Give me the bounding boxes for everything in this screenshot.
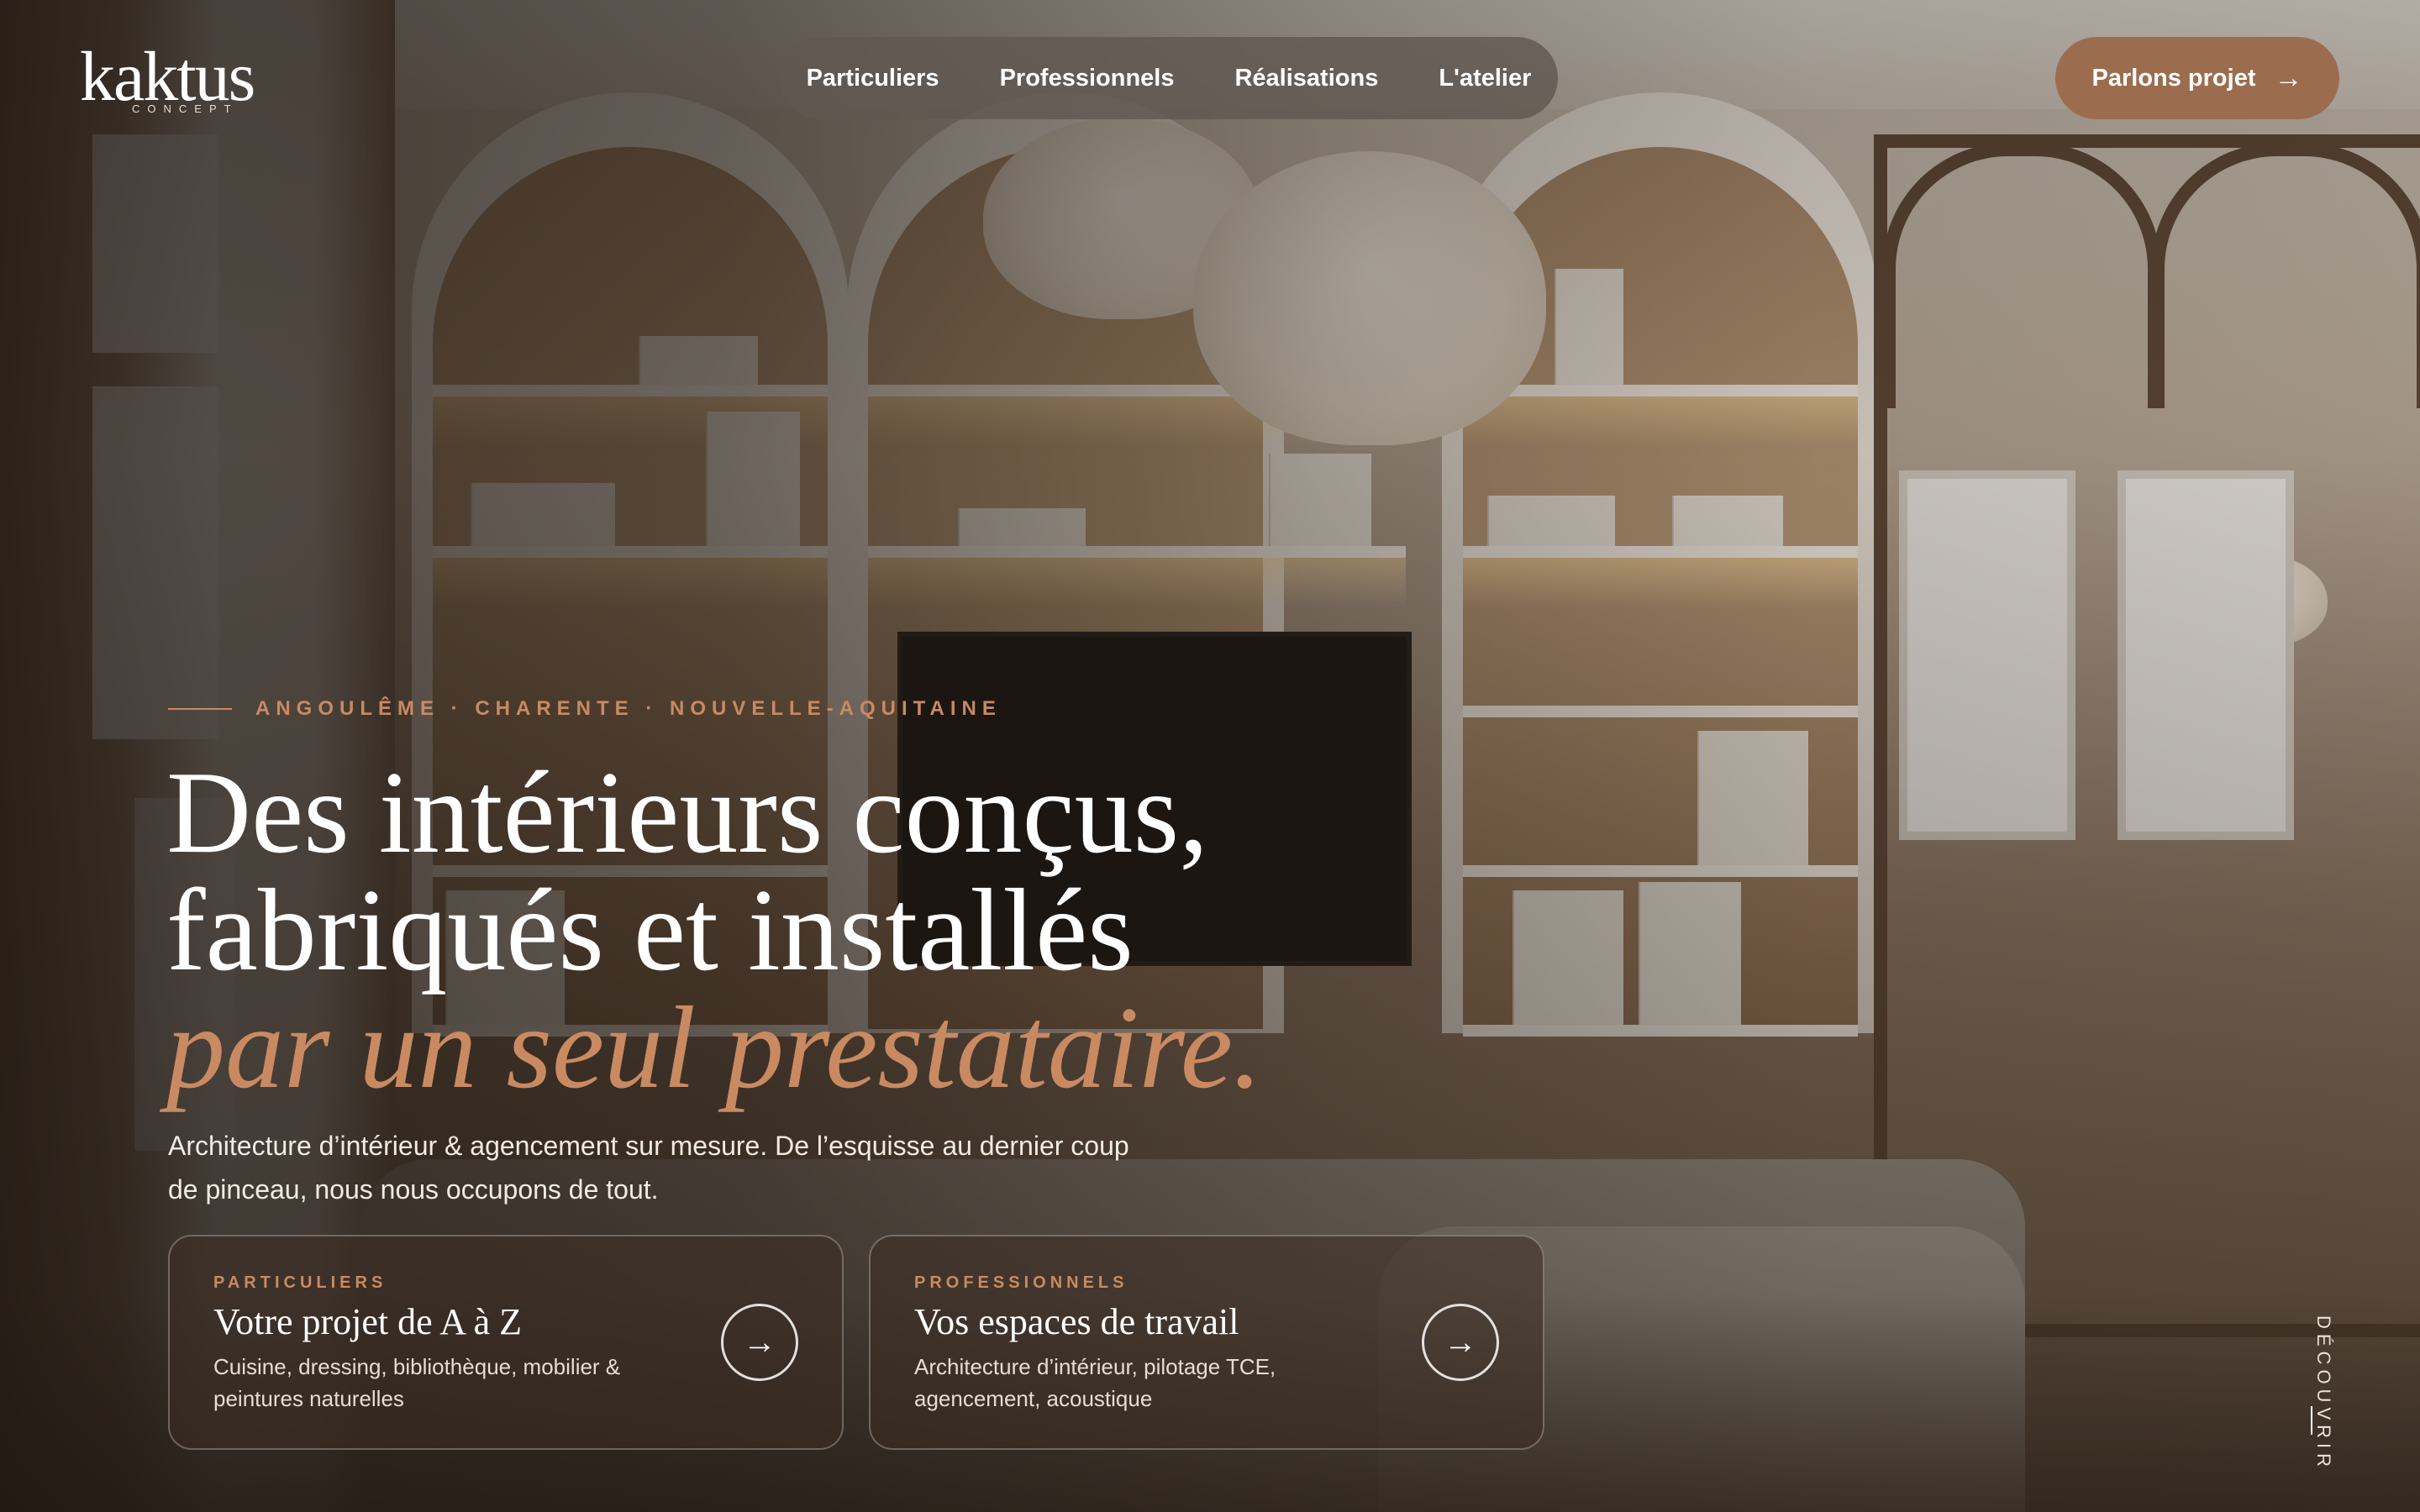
card-description: Architecture d’intérieur, pilotage TCE, … (914, 1354, 1276, 1411)
brand-tagline: CONCEPT (132, 102, 239, 115)
eyebrow-line (168, 708, 232, 710)
cta-label: Parlons projet (2091, 64, 2256, 92)
nav-item-particuliers[interactable]: Particuliers (807, 65, 939, 92)
nav-item-realisations[interactable]: Réalisations (1234, 65, 1378, 92)
headline-line-2: fabriqués et installés (166, 865, 1134, 995)
eyebrow-text: ANGOULÊME · CHARENTE · NOUVELLE-AQUITAIN… (255, 697, 1002, 720)
scroll-indicator-line (2311, 1406, 2312, 1435)
discover-label: DÉCOUVRIR (2313, 1315, 2334, 1473)
hero-headline: Des intérieurs conçus, fabriqués et inst… (166, 754, 1343, 1107)
location-eyebrow: ANGOULÊME · CHARENTE · NOUVELLE-AQUITAIN… (168, 697, 1002, 721)
card-particuliers[interactable]: PARTICULIERS Votre projet de A à Z Cuisi… (168, 1235, 844, 1450)
headline-accent: par un seul prestataire. (166, 983, 1263, 1113)
card-description: Cuisine, dressing, bibliothèque, mobilie… (213, 1354, 621, 1411)
card-kicker: PARTICULIERS (213, 1273, 387, 1292)
hero-lead: Architecture d’intérieur & agencement su… (168, 1131, 1129, 1205)
contact-cta-button[interactable]: Parlons projet → (2055, 37, 2339, 119)
headline-line-1: Des intérieurs conçus, (166, 748, 1209, 878)
card-title: Vos espaces de travail (914, 1301, 1239, 1342)
nav-item-atelier[interactable]: L'atelier (1439, 65, 1531, 92)
arrow-right-icon[interactable]: → (721, 1304, 798, 1381)
arrow-right-icon: → (2274, 61, 2303, 94)
main-nav: Particuliers Professionnels Réalisations… (780, 37, 1558, 119)
card-title: Votre projet de A à Z (213, 1301, 522, 1342)
card-professionnels[interactable]: PROFESSIONNELS Vos espaces de travail Ar… (869, 1235, 1544, 1450)
arrow-right-icon[interactable]: → (1422, 1304, 1499, 1381)
brand-logo[interactable]: kaktus CONCEPT (80, 42, 290, 118)
card-kicker: PROFESSIONNELS (914, 1273, 1128, 1292)
scroll-discover-link[interactable]: DÉCOUVRIR (2309, 1315, 2343, 1472)
nav-item-professionnels[interactable]: Professionnels (1000, 65, 1175, 92)
